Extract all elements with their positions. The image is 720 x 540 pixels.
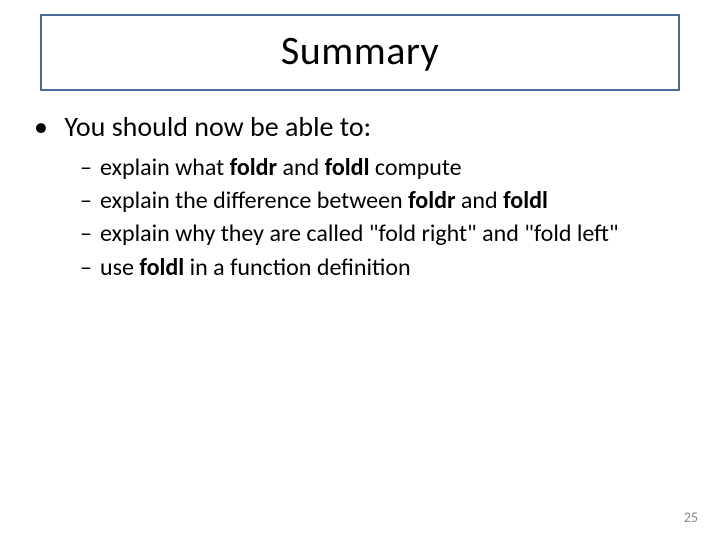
sub4-post: in a function definition — [184, 253, 410, 282]
sub4-pre: use — [100, 253, 139, 282]
page-number: 25 — [684, 509, 698, 526]
sub2-pre: explain the difference between — [100, 186, 408, 215]
sub-bullet-1: explain what foldr and foldl compute — [80, 152, 692, 183]
sub4-bold1: foldl — [139, 253, 184, 282]
sub1-bold1: foldr — [230, 153, 277, 182]
main-bullet-text: You should now be able to: — [64, 109, 371, 144]
sub2-bold1: foldr — [408, 186, 455, 215]
sub3-text: explain why they are called "fold right"… — [100, 219, 619, 248]
main-bullet: You should now be able to: explain what … — [34, 109, 692, 283]
sub1-bold2: foldl — [325, 153, 370, 182]
bullet-list-level1: You should now be able to: explain what … — [34, 109, 692, 283]
bullet-list-level2: explain what foldr and foldl compute exp… — [80, 152, 692, 283]
sub-bullet-2: explain the difference between foldr and… — [80, 185, 692, 216]
sub-bullet-3: explain why they are called "fold right"… — [80, 218, 692, 249]
sub1-mid: and — [277, 153, 325, 182]
sub2-bold2: foldl — [503, 186, 548, 215]
sub-bullet-4: use foldl in a function definition — [80, 252, 692, 283]
title-box: Summary — [40, 14, 680, 91]
slide-title: Summary — [42, 26, 678, 75]
sub1-post: compute — [369, 153, 461, 182]
sub2-mid: and — [456, 186, 504, 215]
sub1-pre: explain what — [100, 153, 230, 182]
